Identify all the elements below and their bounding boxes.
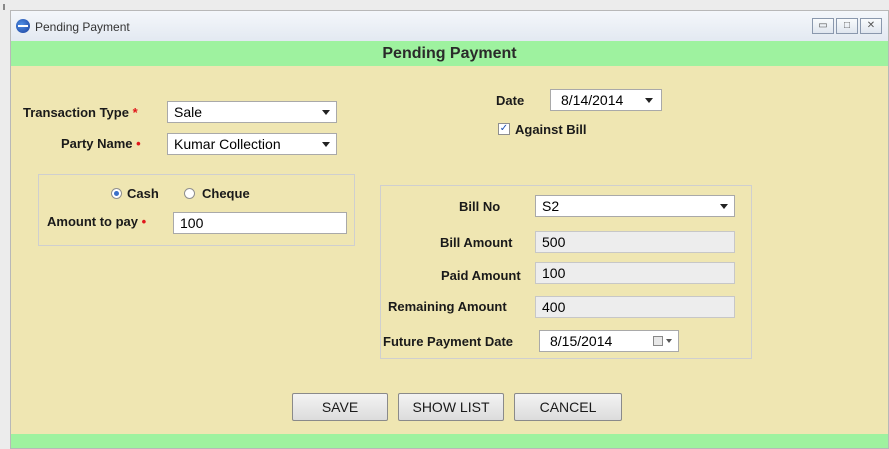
amount-to-pay-label: Amount to pay • bbox=[47, 214, 146, 229]
footer-band bbox=[11, 434, 888, 448]
window-title: Pending Payment bbox=[35, 20, 130, 34]
transaction-type-select[interactable]: Sale bbox=[167, 101, 337, 123]
amount-to-pay-input[interactable]: 100 bbox=[173, 212, 347, 234]
bill-no-value: S2 bbox=[542, 198, 560, 214]
bill-no-label: Bill No bbox=[459, 199, 501, 214]
against-bill-label: Against Bill bbox=[515, 122, 587, 137]
date-label: Date bbox=[496, 93, 525, 108]
remaining-amount-label: Remaining Amount bbox=[388, 299, 507, 314]
party-name-value: Kumar Collection bbox=[174, 136, 281, 152]
cancel-button[interactable]: CANCEL bbox=[514, 393, 622, 421]
chevron-down-icon bbox=[720, 204, 728, 209]
required-dot: • bbox=[136, 136, 141, 151]
chevron-down-icon bbox=[645, 98, 653, 103]
show-list-button[interactable]: SHOW LIST bbox=[398, 393, 504, 421]
corner-mark bbox=[3, 4, 5, 10]
transaction-type-label-text: Transaction Type bbox=[23, 105, 129, 120]
party-name-label: Party Name • bbox=[61, 136, 141, 151]
date-picker[interactable]: 8/14/2014 bbox=[550, 89, 662, 111]
chevron-down-icon bbox=[322, 110, 330, 115]
bill-amount-label: Bill Amount bbox=[440, 235, 513, 250]
party-name-select[interactable]: Kumar Collection bbox=[167, 133, 337, 155]
cheque-label: Cheque bbox=[202, 186, 250, 201]
window-controls: ▭ □ ✕ bbox=[812, 18, 882, 34]
title-bar: Pending Payment ▭ □ ✕ bbox=[11, 11, 888, 42]
payment-mode-panel bbox=[38, 174, 355, 246]
cash-radio[interactable] bbox=[111, 188, 122, 199]
paid-amount-field: 100 bbox=[535, 262, 735, 284]
future-payment-date-label: Future Payment Date bbox=[383, 334, 514, 349]
save-button[interactable]: SAVE bbox=[292, 393, 388, 421]
cheque-radio[interactable] bbox=[184, 188, 195, 199]
calendar-icon bbox=[653, 336, 663, 346]
bill-no-select[interactable]: S2 bbox=[535, 195, 735, 217]
chevron-down-icon bbox=[322, 142, 330, 147]
date-value: 8/14/2014 bbox=[561, 92, 624, 108]
required-marker: * bbox=[132, 105, 138, 120]
paid-amount-label: Paid Amount bbox=[441, 268, 521, 283]
close-button[interactable]: ✕ bbox=[860, 18, 882, 34]
against-bill-checkbox[interactable]: ✓ bbox=[498, 123, 510, 135]
transaction-type-value: Sale bbox=[174, 104, 203, 120]
chevron-down-icon bbox=[666, 339, 672, 343]
remaining-amount-field: 400 bbox=[535, 296, 735, 318]
future-payment-date-value: 8/15/2014 bbox=[550, 333, 613, 349]
app-icon bbox=[16, 19, 30, 33]
amount-to-pay-label-text: Amount to pay bbox=[47, 214, 138, 229]
form-heading: Pending Payment bbox=[11, 41, 888, 66]
transaction-type-label: Transaction Type * bbox=[23, 105, 138, 120]
required-dot: • bbox=[141, 214, 147, 229]
party-name-label-text: Party Name bbox=[61, 136, 133, 151]
maximize-button[interactable]: □ bbox=[836, 18, 858, 34]
cash-label: Cash bbox=[127, 186, 159, 201]
future-payment-date-picker[interactable]: 8/15/2014 bbox=[539, 330, 679, 352]
bill-amount-field: 500 bbox=[535, 231, 735, 253]
minimize-button[interactable]: ▭ bbox=[812, 18, 834, 34]
pending-payment-window: Pending Payment ▭ □ ✕ Pending Payment Tr… bbox=[10, 10, 889, 449]
